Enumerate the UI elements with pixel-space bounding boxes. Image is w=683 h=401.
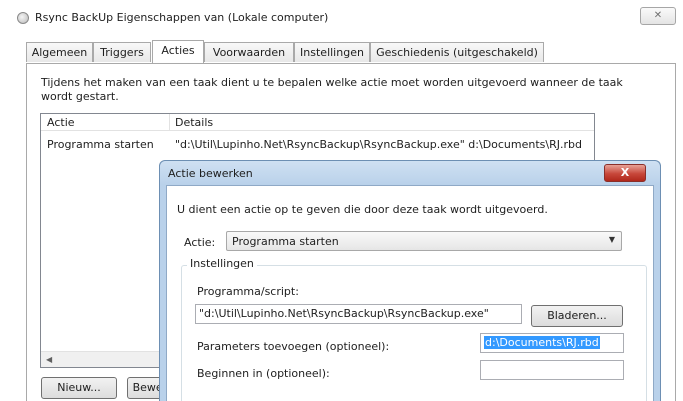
intro-line-1: Tijdens het maken van een taak dient u t… xyxy=(41,76,623,89)
list-header: Actie Details xyxy=(41,114,594,131)
action-type-value: Programma starten xyxy=(232,235,339,248)
tab-geschiedenis[interactable]: Geschiedenis (uitgeschakeld) xyxy=(370,42,544,62)
column-header-actie[interactable]: Actie xyxy=(47,116,75,129)
browse-button[interactable]: Bladeren... xyxy=(531,305,623,327)
start-in-label: Beginnen in (optioneel): xyxy=(197,367,330,380)
window-titlebar: Rsync BackUp Eigenschappen van (Lokale c… xyxy=(0,0,683,36)
chevron-down-icon: ▼ xyxy=(608,235,615,244)
intro-line-2: wordt gestart. xyxy=(41,90,119,103)
parameters-selected-text: d:\Documents\RJ.rbd xyxy=(484,336,600,349)
scroll-left-arrow-icon[interactable]: ◀ xyxy=(46,355,52,364)
action-type-select[interactable]: Programma starten ▼ xyxy=(226,231,622,251)
tab-algemeen[interactable]: Algemeen xyxy=(26,42,93,62)
list-cell-details: "d:\Util\Lupinho.Net\RsyncBackup\RsyncBa… xyxy=(175,138,582,151)
parameters-input[interactable]: d:\Documents\RJ.rbd xyxy=(480,333,624,353)
column-separator[interactable] xyxy=(169,114,170,131)
dialog-titlebar: Actie bewerken X xyxy=(160,161,660,185)
parameters-label: Parameters toevoegen (optioneel): xyxy=(197,340,390,353)
list-cell-actie: Programma starten xyxy=(47,138,154,151)
column-header-details[interactable]: Details xyxy=(175,116,213,129)
program-script-label: Programma/script: xyxy=(197,285,299,298)
task-scheduler-icon xyxy=(17,12,29,24)
tab-voorwaarden[interactable]: Voorwaarden xyxy=(204,42,294,62)
list-item[interactable]: Programma starten "d:\Util\Lupinho.Net\R… xyxy=(41,138,594,154)
dialog-close-button[interactable]: X xyxy=(604,164,646,182)
acties-intro-text: Tijdens het maken van een taak dient u t… xyxy=(41,76,651,104)
tab-acties[interactable]: Acties xyxy=(152,40,204,63)
settings-group-label: Instellingen xyxy=(187,257,257,270)
window-close-button[interactable]: ✕ xyxy=(640,7,676,25)
dialog-instruction: U dient een actie op te geven die door d… xyxy=(177,203,548,216)
program-script-input[interactable]: "d:\Util\Lupinho.Net\RsyncBackup\RsyncBa… xyxy=(195,304,522,324)
start-in-input[interactable] xyxy=(480,360,624,380)
dialog-body: U dient een actie op te geven die door d… xyxy=(166,185,654,401)
dialog-title: Actie bewerken xyxy=(168,167,253,180)
tab-triggers[interactable]: Triggers xyxy=(93,42,151,62)
tab-instellingen[interactable]: Instellingen xyxy=(294,42,370,62)
action-type-label: Actie: xyxy=(184,236,216,249)
new-action-button[interactable]: Nieuw... xyxy=(41,377,117,399)
window-title: Rsync BackUp Eigenschappen van (Lokale c… xyxy=(35,11,329,24)
edit-action-dialog: Actie bewerken X U dient een actie op te… xyxy=(159,160,661,401)
